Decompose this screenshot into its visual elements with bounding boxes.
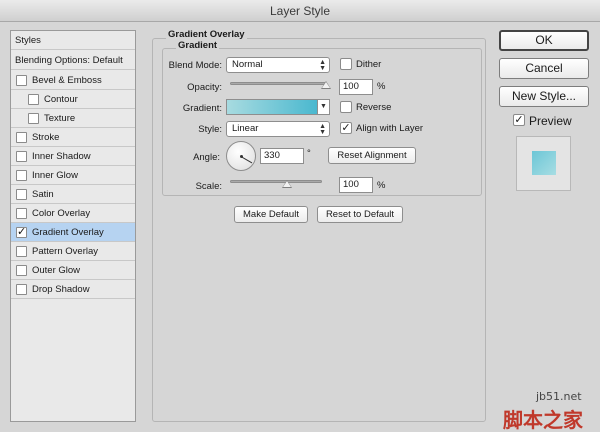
style-item-gradient-overlay[interactable]: ✓ Gradient Overlay	[11, 223, 135, 242]
preview-swatch	[532, 151, 556, 175]
scale-unit: %	[377, 180, 386, 191]
opacity-label: Opacity:	[187, 82, 222, 93]
checkbox[interactable]	[16, 246, 27, 257]
blend-mode-label: Blend Mode:	[168, 60, 222, 71]
style-item-label: Bevel & Emboss	[32, 75, 102, 86]
style-item-label: Inner Glow	[32, 170, 78, 181]
style-item-satin[interactable]: Satin	[11, 185, 135, 204]
angle-dial[interactable]	[226, 141, 256, 171]
align-with-layer-checkbox[interactable]: ✓	[340, 122, 352, 134]
style-item-color-overlay[interactable]: Color Overlay	[11, 204, 135, 223]
reverse-checkbox[interactable]	[340, 101, 352, 113]
blending-options-label: Blending Options: Default	[15, 55, 123, 66]
style-item-texture[interactable]: Texture	[11, 109, 135, 128]
chevron-down-icon: ▼	[319, 129, 326, 136]
ok-button[interactable]: OK	[499, 30, 589, 51]
checkbox[interactable]	[16, 189, 27, 200]
angle-label: Angle:	[193, 152, 220, 163]
gradient-label: Gradient:	[182, 103, 222, 114]
window-titlebar: Layer Style	[0, 0, 600, 22]
dither-label: Dither	[356, 59, 382, 70]
gradient-dropdown[interactable]: ▼	[318, 99, 330, 115]
style-item-label: Color Overlay	[32, 208, 91, 219]
style-item-pattern-overlay[interactable]: Pattern Overlay	[11, 242, 135, 261]
opacity-slider-track[interactable]	[230, 82, 326, 85]
checkbox[interactable]	[28, 113, 39, 124]
style-item-label: Satin	[32, 189, 54, 200]
style-item-bevel-emboss[interactable]: Bevel & Emboss	[11, 71, 135, 90]
style-item-outer-glow[interactable]: Outer Glow	[11, 261, 135, 280]
style-item-label: Gradient Overlay	[32, 227, 104, 238]
reset-to-default-button[interactable]: Reset to Default	[317, 206, 403, 223]
checkbox[interactable]	[16, 284, 27, 295]
angle-center-dot	[240, 155, 243, 158]
checkbox[interactable]	[28, 94, 39, 105]
style-preview	[516, 136, 571, 191]
checkbox[interactable]	[16, 208, 27, 219]
style-item-label: Stroke	[32, 132, 60, 143]
style-item-label: Drop Shadow	[32, 284, 90, 295]
opacity-slider-thumb[interactable]	[321, 81, 331, 89]
dither-checkbox[interactable]	[340, 58, 352, 70]
panel-subtitle: Gradient	[176, 40, 220, 51]
new-style-button[interactable]: New Style...	[499, 86, 589, 107]
style-item-label: Pattern Overlay	[32, 246, 98, 257]
styles-header-label: Styles	[15, 35, 41, 46]
style-item-drop-shadow[interactable]: Drop Shadow	[11, 280, 135, 299]
style-item-stroke[interactable]: Stroke	[11, 128, 135, 147]
checkbox-checked[interactable]: ✓	[16, 227, 27, 238]
scale-label: Scale:	[195, 181, 222, 192]
gradient-swatch[interactable]	[226, 99, 318, 115]
blend-mode-select[interactable]: Normal ▲ ▼	[226, 57, 330, 73]
style-item-label: Inner Shadow	[32, 151, 91, 162]
preview-label: Preview	[529, 114, 572, 128]
checkbox[interactable]	[16, 75, 27, 86]
reverse-label: Reverse	[356, 102, 392, 113]
watermark-logo-text: 脚本之家	[503, 408, 583, 432]
scale-slider-track[interactable]	[230, 180, 322, 183]
style-item-label: Outer Glow	[32, 265, 81, 276]
window-title: Layer Style	[269, 4, 331, 18]
align-with-layer-label: Align with Layer	[356, 123, 424, 134]
cancel-button[interactable]: Cancel	[499, 58, 589, 79]
preview-checkbox[interactable]: ✓	[513, 114, 525, 126]
opacity-input[interactable]: 100	[339, 79, 373, 95]
checkbox[interactable]	[16, 132, 27, 143]
checkbox[interactable]	[16, 151, 27, 162]
style-item-label: Texture	[44, 113, 76, 124]
angle-unit: °	[307, 148, 311, 159]
watermark-site: jb51.net	[536, 390, 582, 403]
style-item-label: Contour	[44, 94, 78, 105]
panel-title: Gradient Overlay	[166, 29, 247, 40]
opacity-unit: %	[377, 81, 386, 92]
blending-options-item[interactable]: Blending Options: Default	[11, 51, 135, 70]
blend-mode-value: Normal	[232, 59, 263, 70]
chevron-down-icon: ▼	[319, 65, 326, 72]
chevron-down-icon: ▼	[320, 103, 327, 110]
style-label: Style:	[198, 124, 222, 135]
checkbox[interactable]	[16, 170, 27, 181]
reset-alignment-button[interactable]: Reset Alignment	[328, 147, 416, 164]
scale-input[interactable]: 100	[339, 177, 373, 193]
style-item-contour[interactable]: Contour	[11, 90, 135, 109]
checkbox[interactable]	[16, 265, 27, 276]
style-value: Linear	[232, 123, 259, 134]
style-item-inner-glow[interactable]: Inner Glow	[11, 166, 135, 185]
make-default-button[interactable]: Make Default	[234, 206, 308, 223]
styles-list-header[interactable]: Styles	[11, 31, 135, 50]
style-item-inner-shadow[interactable]: Inner Shadow	[11, 147, 135, 166]
style-select[interactable]: Linear ▲ ▼	[226, 121, 330, 137]
styles-list: Styles Blending Options: Default Bevel &…	[10, 30, 136, 422]
scale-slider-thumb[interactable]	[282, 180, 293, 188]
angle-input[interactable]: 330	[260, 148, 304, 164]
